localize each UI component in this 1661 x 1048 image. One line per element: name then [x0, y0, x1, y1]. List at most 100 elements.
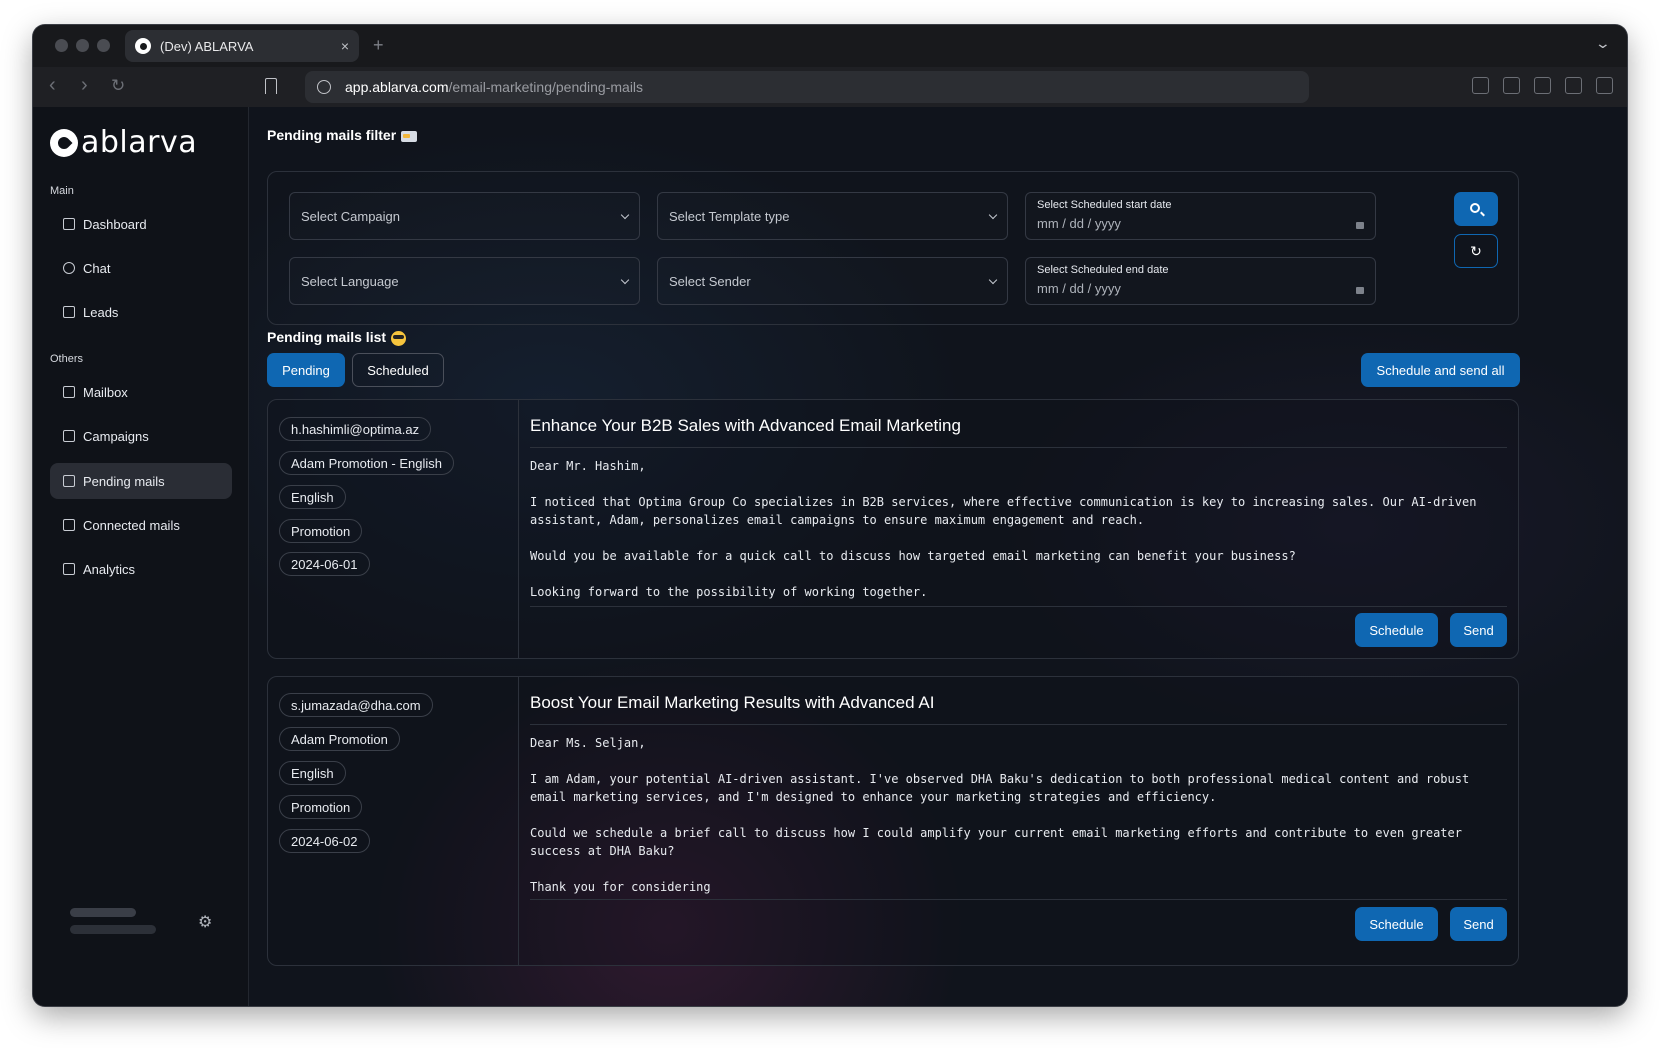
chevron-down-icon — [620, 210, 630, 219]
sender-select[interactable]: Select Sender — [657, 257, 1008, 305]
recipient-email-chip: s.jumazada@dha.com — [279, 693, 433, 717]
gear-icon[interactable]: ⚙ — [198, 912, 212, 932]
reset-button[interactable]: ↻ — [1454, 234, 1498, 268]
schedule-button[interactable]: Schedule — [1355, 613, 1438, 647]
end-date-label: Select Scheduled end date — [1037, 264, 1169, 276]
template-type-select[interactable]: Select Template type — [657, 192, 1008, 240]
site-info-icon[interactable] — [317, 80, 331, 94]
type-chip: Promotion — [279, 519, 363, 543]
bookmark-icon[interactable] — [265, 78, 277, 94]
mail-subject: Boost Your Email Marketing Results with … — [530, 693, 935, 712]
envelope-icon — [63, 475, 75, 487]
search-button[interactable] — [1454, 192, 1498, 226]
grid-icon — [63, 218, 75, 230]
tab-pending[interactable]: Pending — [267, 353, 345, 387]
language-select[interactable]: Select Language — [289, 257, 640, 305]
sidebar-item-label: Chat — [83, 260, 111, 276]
sidebar-item-connected-mails[interactable]: Connected mails — [50, 507, 232, 543]
chevron-down-icon — [988, 275, 998, 284]
chevron-down-icon — [620, 275, 630, 284]
mail-body-paragraph: Looking forward to the possibility of wo… — [530, 585, 928, 599]
list-title: Pending mails list — [267, 329, 407, 346]
card-emoji-icon — [401, 130, 418, 142]
downloads-icon[interactable] — [1534, 77, 1551, 94]
logo-text: ablarva — [81, 125, 198, 160]
divider — [530, 899, 1507, 900]
reload-icon[interactable]: ↻ — [111, 76, 125, 96]
language-chip: English — [279, 761, 346, 785]
mail-meta: s.jumazada@dha.com Adam Promotion Englis… — [268, 677, 519, 965]
sidebar-item-leads[interactable]: Leads — [50, 294, 232, 330]
app: ablarva Main Dashboard Chat Leads Others… — [33, 107, 1627, 1006]
tab-scheduled[interactable]: Scheduled — [352, 353, 444, 387]
main-content: Pending mails filter Select Campaign Sel… — [249, 107, 1627, 1006]
mail-subject: Enhance Your B2B Sales with Advanced Ema… — [530, 416, 961, 435]
sidebar-item-campaigns[interactable]: Campaigns — [50, 418, 232, 454]
mail-body-paragraph: I noticed that Optima Group Co specializ… — [530, 495, 1477, 527]
campaign-select[interactable]: Select Campaign — [289, 192, 640, 240]
mail-meta: h.hashimli@optima.az Adam Promotion - En… — [268, 400, 519, 658]
end-date-field[interactable]: Select Scheduled end date mm / dd / yyyy — [1025, 257, 1376, 305]
logo[interactable]: ablarva — [50, 125, 197, 160]
send-button[interactable]: Send — [1450, 613, 1507, 647]
send-button[interactable]: Send — [1450, 907, 1507, 941]
tab-bar: (Dev) ABLARVA × + ⌄ — [33, 25, 1627, 67]
mailbox-icon — [63, 386, 75, 398]
divider — [530, 606, 1507, 607]
calendar-icon[interactable] — [1356, 222, 1364, 229]
start-date-input[interactable]: mm / dd / yyyy — [1037, 216, 1364, 231]
sidebar-item-analytics[interactable]: Analytics — [50, 551, 232, 587]
chat-bubble-icon — [63, 262, 75, 274]
sidebar: ablarva Main Dashboard Chat Leads Others… — [33, 107, 249, 1006]
close-window-icon[interactable] — [55, 39, 68, 52]
mail-card: h.hashimli@optima.az Adam Promotion - En… — [267, 399, 1519, 659]
end-date-input[interactable]: mm / dd / yyyy — [1037, 281, 1364, 296]
mail-body-paragraph: I am Adam, your potential AI-driven assi… — [530, 772, 1470, 804]
start-date-field[interactable]: Select Scheduled start date mm / dd / yy… — [1025, 192, 1376, 240]
mail-content: Boost Your Email Marketing Results with … — [530, 677, 1507, 965]
mail-content: Enhance Your B2B Sales with Advanced Ema… — [530, 400, 1507, 658]
filter-panel: Select Campaign Select Template type Sel… — [267, 171, 1519, 325]
search-icon — [1470, 203, 1480, 213]
mail-body-paragraph: Dear Ms. Seljan, — [530, 736, 646, 750]
new-tab-icon[interactable]: + — [373, 35, 384, 56]
campaign-chip: Adam Promotion — [279, 727, 400, 751]
sidebar-item-dashboard[interactable]: Dashboard — [50, 206, 232, 242]
main-section-label: Main — [50, 185, 74, 197]
date-chip: 2024-06-02 — [279, 829, 370, 853]
forward-icon[interactable]: › — [81, 75, 88, 95]
sidebar-item-mailbox[interactable]: Mailbox — [50, 374, 232, 410]
minimize-window-icon[interactable] — [76, 39, 89, 52]
sidebar-item-label: Pending mails — [83, 473, 165, 489]
mail-body-paragraph: Dear Mr. Hashim, — [530, 459, 646, 473]
address-bar[interactable]: app.ablarva.com/email-marketing/pending-… — [305, 71, 1309, 103]
date-chip: 2024-06-01 — [279, 552, 370, 576]
mail-body: Dear Ms. Seljan, I am Adam, your potenti… — [530, 734, 1497, 914]
mail-body-paragraph: Would you be available for a quick call … — [530, 549, 1296, 563]
envelope-link-icon — [63, 519, 75, 531]
tab-list-chevron-icon[interactable]: ⌄ — [1595, 35, 1611, 52]
browser-tab[interactable]: (Dev) ABLARVA × — [125, 30, 359, 62]
extensions-icon[interactable] — [1472, 77, 1489, 94]
back-icon[interactable]: ‹ — [49, 75, 56, 95]
media-icon[interactable] — [1503, 77, 1520, 94]
tab-title: (Dev) ABLARVA — [160, 38, 254, 54]
language-chip: English — [279, 485, 346, 509]
user-name-placeholder — [70, 908, 136, 917]
schedule-button[interactable]: Schedule — [1355, 907, 1438, 941]
calendar-icon[interactable] — [1356, 287, 1364, 294]
sidebar-toggle-icon[interactable] — [1565, 77, 1582, 94]
sidebar-item-chat[interactable]: Chat — [50, 250, 232, 286]
refresh-icon: ↻ — [1470, 242, 1482, 259]
maximize-window-icon[interactable] — [97, 39, 110, 52]
menu-icon[interactable] — [1596, 77, 1613, 94]
schedule-and-send-all-button[interactable]: Schedule and send all — [1361, 353, 1520, 387]
chevron-down-icon — [988, 210, 998, 219]
mail-body: Dear Mr. Hashim, I noticed that Optima G… — [530, 457, 1497, 619]
sidebar-item-pending-mails[interactable]: Pending mails — [50, 463, 232, 499]
favicon-icon — [135, 38, 151, 54]
window-controls — [55, 39, 110, 52]
logo-mark-icon — [50, 128, 78, 157]
tab-close-icon[interactable]: × — [341, 38, 349, 54]
filter-title: Pending mails filter — [267, 127, 418, 143]
